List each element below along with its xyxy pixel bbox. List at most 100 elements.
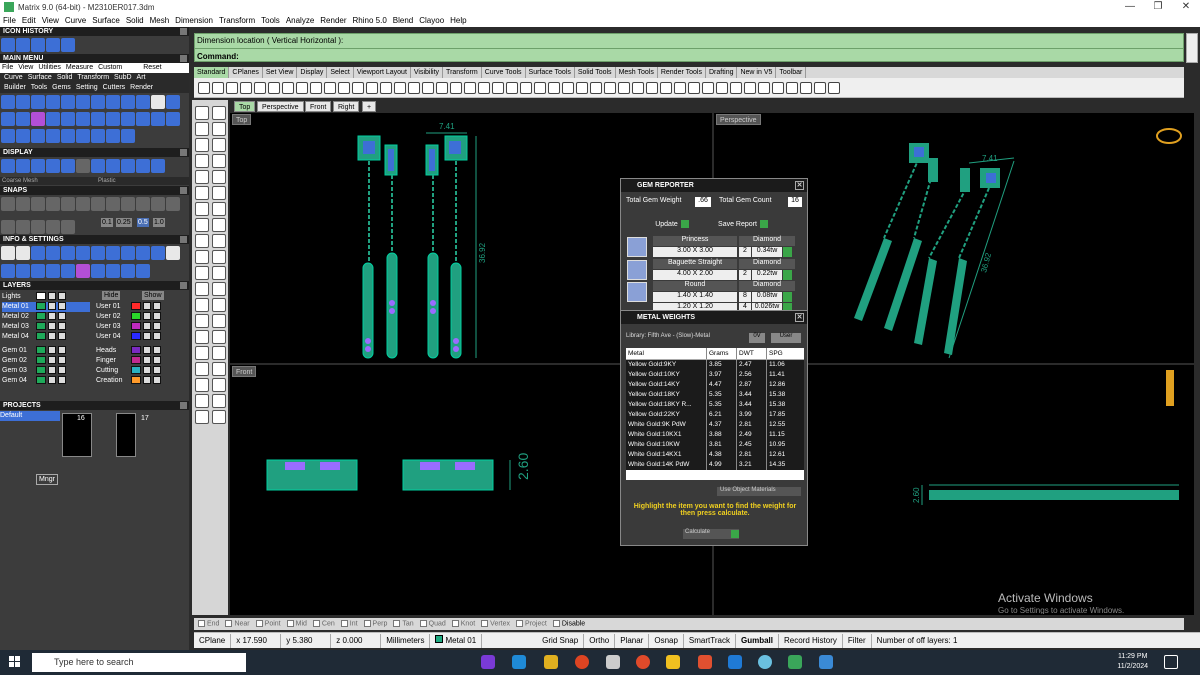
toolbar-tab-new-in-v5[interactable]: New in V5 xyxy=(737,67,777,78)
main-menu-reset[interactable]: Reset xyxy=(143,63,161,73)
tool-icon[interactable] xyxy=(212,314,226,328)
toolbar-icon[interactable] xyxy=(548,81,560,94)
snap-icon[interactable] xyxy=(16,197,30,211)
checkbox[interactable] xyxy=(255,620,263,628)
brave-icon[interactable] xyxy=(698,655,712,669)
toolbar-icon[interactable] xyxy=(688,81,700,94)
osnap-mid[interactable]: Mid xyxy=(286,620,307,628)
gem-row[interactable]: Baguette Straight 4.00 X 2.00 Diamond 2 0.22… xyxy=(625,258,805,281)
gem-reporter-header[interactable]: GEM REPORTER ✕ xyxy=(621,179,807,192)
tool-icon[interactable] xyxy=(195,410,209,424)
tool-icon[interactable] xyxy=(76,95,90,109)
metal-row[interactable]: Yellow Gold:10KY 3.97 2.56 11.41 xyxy=(626,370,804,380)
layer-lock-icon[interactable] xyxy=(153,366,161,375)
toolbar-icon[interactable] xyxy=(660,81,672,94)
file-explorer-icon[interactable] xyxy=(544,655,558,669)
info-icon[interactable] xyxy=(46,246,60,260)
tool-icon[interactable] xyxy=(106,95,120,109)
menu-view[interactable]: View xyxy=(39,16,62,25)
checkbox[interactable] xyxy=(340,620,348,628)
osnap-knot[interactable]: Knot xyxy=(451,620,475,628)
layer-color-swatch[interactable] xyxy=(131,366,141,375)
use-object-materials[interactable]: Use Object Materials xyxy=(717,487,801,496)
layer-color-swatch[interactable] xyxy=(36,376,46,385)
info-icon[interactable] xyxy=(106,263,120,278)
main-menu-curve[interactable]: Curve xyxy=(4,73,23,83)
tool-icon[interactable] xyxy=(76,129,90,143)
info-icon[interactable] xyxy=(31,246,45,260)
layer-color-swatch[interactable] xyxy=(36,302,46,311)
checkbox[interactable] xyxy=(363,620,371,628)
info-icon[interactable] xyxy=(61,246,75,260)
metal-row[interactable]: Yellow Gold:14KY 4.47 2.87 12.86 xyxy=(626,380,804,390)
info-icon[interactable] xyxy=(151,246,165,260)
snap-icon[interactable] xyxy=(46,197,60,211)
command-line[interactable]: Command: xyxy=(197,52,239,61)
app-icon[interactable] xyxy=(666,655,680,669)
tool-icon[interactable] xyxy=(195,394,209,408)
toolbar-tab-toolbar[interactable]: Toolbar xyxy=(776,67,807,78)
layer-lock-icon[interactable] xyxy=(153,376,161,385)
info-icon[interactable] xyxy=(31,263,45,278)
layer-row[interactable]: Creation xyxy=(96,376,186,386)
osnap-disable[interactable]: Disable xyxy=(552,620,585,628)
display-mode-icon[interactable] xyxy=(91,159,105,173)
status-gumball[interactable]: Gumball xyxy=(736,633,779,648)
tool-icon[interactable] xyxy=(61,129,75,143)
info-icon[interactable] xyxy=(106,246,120,260)
layer-visibility-icon[interactable] xyxy=(143,322,151,331)
layer-visibility-icon[interactable] xyxy=(48,376,56,385)
history-icon[interactable] xyxy=(46,38,60,52)
main-menu-surface[interactable]: Surface xyxy=(28,73,52,83)
toolbar-icon[interactable] xyxy=(814,81,826,94)
layers-show-button[interactable]: Show xyxy=(142,291,164,300)
tool-icon[interactable] xyxy=(121,95,135,109)
checkbox[interactable] xyxy=(419,620,427,628)
layer-row[interactable]: Heads xyxy=(96,346,186,356)
tool-icon[interactable] xyxy=(212,186,226,200)
layer-lock-icon[interactable] xyxy=(153,356,161,365)
status-layer[interactable]: Metal 01 xyxy=(430,633,483,648)
close-icon[interactable] xyxy=(180,282,187,289)
snap-icon[interactable] xyxy=(166,197,180,211)
osnap-tan[interactable]: Tan xyxy=(393,620,414,628)
main-menu-subd[interactable]: SubD xyxy=(114,73,132,83)
toolbar-icon[interactable] xyxy=(226,81,238,94)
layer-visibility-icon[interactable] xyxy=(143,356,151,365)
layer-lock-icon[interactable] xyxy=(153,346,161,355)
toolbar-icon[interactable] xyxy=(478,81,490,94)
checkbox[interactable] xyxy=(481,620,489,628)
save-report-button[interactable]: Save Report xyxy=(705,220,781,230)
notification-icon[interactable] xyxy=(1164,655,1178,669)
app-icon[interactable] xyxy=(819,655,833,669)
info-icon[interactable] xyxy=(136,246,150,260)
tool-icon[interactable] xyxy=(46,95,60,109)
metal-row[interactable]: White Gold:14KX1 4.38 2.81 12.61 xyxy=(626,450,804,460)
tab-front[interactable]: Front xyxy=(305,101,332,112)
display-mode-icon[interactable] xyxy=(61,159,75,173)
layer-row[interactable]: Gem 04 xyxy=(2,376,90,386)
toolbar-icon[interactable] xyxy=(198,81,210,94)
toolbar-icon[interactable] xyxy=(702,81,714,94)
layer-lock-icon[interactable] xyxy=(153,302,161,311)
toolbar-icon[interactable] xyxy=(534,81,546,94)
tool-icon[interactable] xyxy=(91,112,105,126)
toolbar-icon[interactable] xyxy=(240,81,252,94)
menu-dimension[interactable]: Dimension xyxy=(172,16,216,25)
info-icon[interactable] xyxy=(1,263,15,278)
toolbar-tab-visibility[interactable]: Visibility xyxy=(411,67,444,78)
layer-row[interactable]: Metal 04 xyxy=(2,332,90,342)
tool-icon[interactable] xyxy=(195,122,209,136)
layer-row[interactable]: User 01 xyxy=(96,302,186,312)
osnap-end[interactable]: End xyxy=(198,620,219,628)
info-icon[interactable] xyxy=(121,246,135,260)
layer-color-swatch[interactable] xyxy=(131,302,141,311)
tool-icon[interactable] xyxy=(61,95,75,109)
toolbar-icon[interactable] xyxy=(618,81,630,94)
tool-icon[interactable] xyxy=(195,298,209,312)
display-mode-icon[interactable] xyxy=(1,159,15,173)
toolbar-icon[interactable] xyxy=(716,81,728,94)
layer-visibility-icon[interactable] xyxy=(143,346,151,355)
toolbar-icon[interactable] xyxy=(590,81,602,94)
projects-header[interactable]: PROJECTS xyxy=(0,401,189,410)
